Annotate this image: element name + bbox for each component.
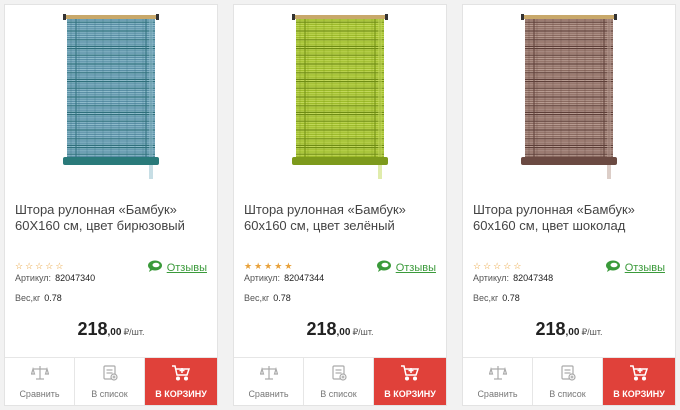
star-icon[interactable]: ☆ (493, 260, 501, 272)
wishlist-button[interactable]: В список (533, 358, 603, 405)
star-icon[interactable]: ★ (254, 260, 262, 272)
cart-label: В КОРЗИНУ (613, 388, 665, 399)
star-icon[interactable]: ☆ (513, 260, 521, 272)
weight-value: 0.78 (44, 293, 62, 303)
scales-icon (488, 365, 507, 386)
star-icon[interactable]: ☆ (15, 260, 23, 272)
add-to-cart-button[interactable]: В КОРЗИНУ (374, 358, 446, 405)
add-to-cart-button[interactable]: В КОРЗИНУ (603, 358, 675, 405)
product-title[interactable]: Штора рулонная «Бамбук» 60Х160 см, цвет … (15, 202, 213, 234)
article-value: 82047340 (55, 273, 96, 283)
price: 218,00 ₽/шт. (5, 319, 217, 340)
wishlist-button[interactable]: В список (304, 358, 374, 405)
product-image[interactable] (5, 13, 217, 183)
star-icon[interactable]: ☆ (45, 260, 53, 272)
cart-label: В КОРЗИНУ (155, 388, 207, 399)
weight-value: 0.78 (273, 293, 291, 303)
compare-label: Сравнить (477, 388, 518, 399)
weight-label: Вес,кг (15, 293, 41, 303)
star-icon[interactable]: ☆ (473, 260, 481, 272)
compare-button[interactable]: Сравнить (5, 358, 75, 405)
star-icon[interactable]: ★ (274, 260, 282, 272)
article-row: Артикул: 82047340 (15, 273, 95, 283)
article-value: 82047348 (513, 273, 554, 283)
cart-icon (171, 364, 191, 386)
rating-stars: ☆ ☆ ☆ ☆ ☆ (15, 260, 63, 272)
star-icon[interactable]: ★ (284, 260, 292, 272)
article-row: Артикул: 82047348 (473, 273, 553, 283)
wishlist-label: В список (91, 388, 128, 399)
product-title[interactable]: Штора рулонная «Бамбук» 60х160 см, цвет … (473, 202, 671, 234)
compare-label: Сравнить (248, 388, 289, 399)
price-decimal: ,00 (565, 327, 580, 338)
article-value: 82047344 (284, 273, 325, 283)
scales-icon (30, 365, 49, 386)
cart-icon (400, 364, 420, 386)
price: 218,00 ₽/шт. (463, 319, 675, 340)
bamboo-blind-illustration (63, 14, 159, 179)
reviews-label: Отзывы (624, 262, 665, 274)
star-icon[interactable]: ☆ (35, 260, 43, 272)
weight-row: Вес,кг 0.78 (473, 293, 520, 303)
price-integer: 218 (306, 319, 337, 339)
reviews-label: Отзывы (395, 262, 436, 274)
product-card: Штора рулонная «Бамбук» 60Х160 см, цвет … (4, 4, 218, 406)
scales-icon (259, 365, 278, 386)
product-image[interactable] (463, 13, 675, 183)
reviews-label: Отзывы (166, 262, 207, 274)
product-title[interactable]: Штора рулонная «Бамбук» 60х160 см, цвет … (244, 202, 442, 234)
list-icon (102, 364, 118, 386)
compare-label: Сравнить (19, 388, 60, 399)
cart-label: В КОРЗИНУ (384, 388, 436, 399)
wishlist-button[interactable]: В список (75, 358, 145, 405)
list-icon (331, 364, 347, 386)
star-icon[interactable]: ☆ (503, 260, 511, 272)
speech-bubble-icon (147, 259, 163, 277)
speech-bubble-icon (376, 259, 392, 277)
reviews-link[interactable]: Отзывы (376, 259, 436, 277)
weight-label: Вес,кг (473, 293, 499, 303)
price-decimal: ,00 (107, 327, 122, 338)
article-label: Артикул: (244, 273, 281, 283)
price-decimal: ,00 (336, 327, 351, 338)
price-unit: ₽/шт. (123, 327, 145, 337)
star-icon[interactable]: ★ (244, 260, 252, 272)
price-unit: ₽/шт. (352, 327, 374, 337)
wishlist-label: В список (320, 388, 357, 399)
product-card: Штора рулонная «Бамбук» 60х160 см, цвет … (462, 4, 676, 406)
list-icon (560, 364, 576, 386)
add-to-cart-button[interactable]: В КОРЗИНУ (145, 358, 217, 405)
star-icon[interactable]: ☆ (55, 260, 63, 272)
price-unit: ₽/шт. (581, 327, 603, 337)
speech-bubble-icon (605, 259, 621, 277)
action-bar: Сравнить В список В КОРЗИНУ (234, 357, 446, 405)
star-icon[interactable]: ★ (264, 260, 272, 272)
wishlist-label: В список (549, 388, 586, 399)
compare-button[interactable]: Сравнить (234, 358, 304, 405)
product-card: Штора рулонная «Бамбук» 60х160 см, цвет … (233, 4, 447, 406)
weight-value: 0.78 (502, 293, 520, 303)
product-image[interactable] (234, 13, 446, 183)
action-bar: Сравнить В список В КОРЗИНУ (5, 357, 217, 405)
action-bar: Сравнить В список В КОРЗИНУ (463, 357, 675, 405)
star-icon[interactable]: ☆ (25, 260, 33, 272)
weight-row: Вес,кг 0.78 (244, 293, 291, 303)
price-integer: 218 (535, 319, 566, 339)
reviews-link[interactable]: Отзывы (605, 259, 665, 277)
cart-icon (629, 364, 649, 386)
article-label: Артикул: (473, 273, 510, 283)
bamboo-blind-illustration (292, 14, 388, 179)
weight-label: Вес,кг (244, 293, 270, 303)
weight-row: Вес,кг 0.78 (15, 293, 62, 303)
rating-stars: ☆ ☆ ☆ ☆ ☆ (473, 260, 521, 272)
article-row: Артикул: 82047344 (244, 273, 324, 283)
article-label: Артикул: (15, 273, 52, 283)
price: 218,00 ₽/шт. (234, 319, 446, 340)
star-icon[interactable]: ☆ (483, 260, 491, 272)
reviews-link[interactable]: Отзывы (147, 259, 207, 277)
bamboo-blind-illustration (521, 14, 617, 179)
price-integer: 218 (77, 319, 108, 339)
rating-stars: ★ ★ ★ ★ ★ (244, 260, 292, 272)
compare-button[interactable]: Сравнить (463, 358, 533, 405)
